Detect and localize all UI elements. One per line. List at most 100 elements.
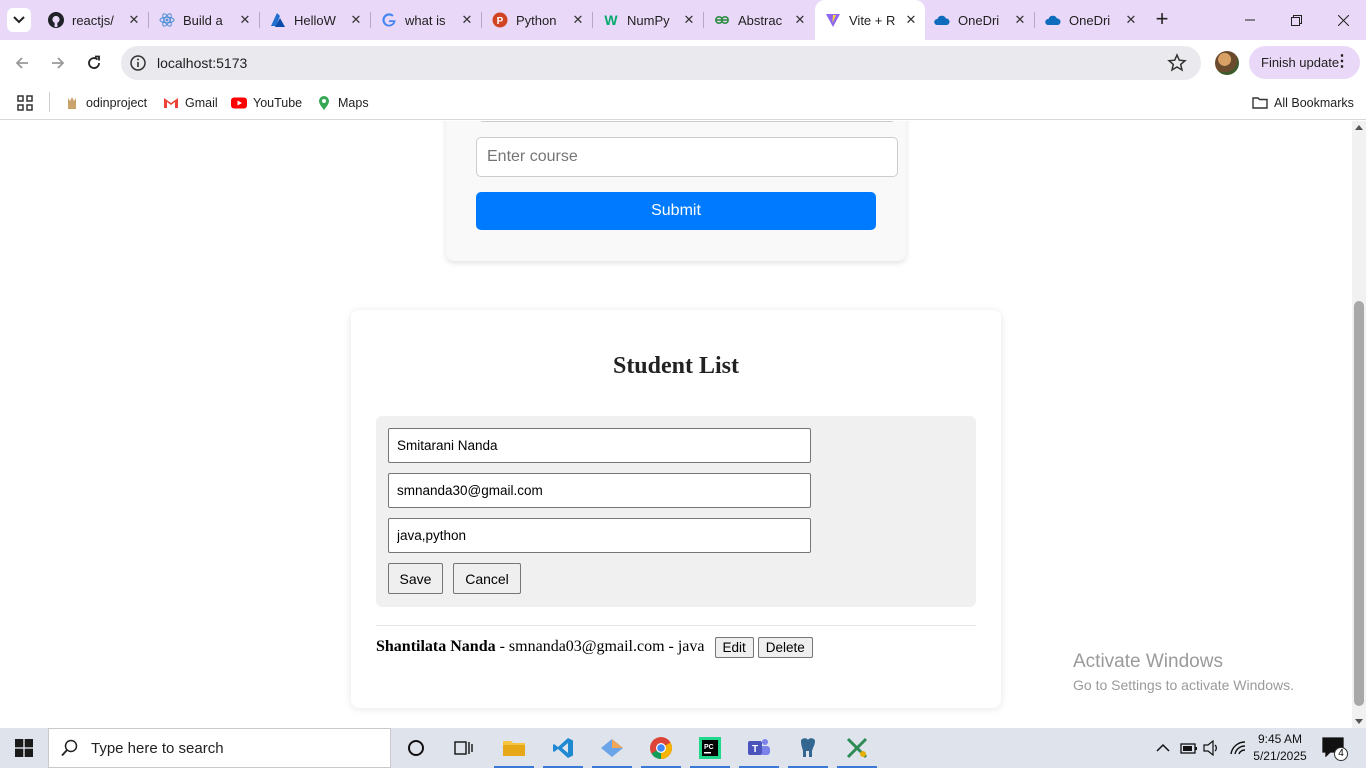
postgresql-icon — [801, 738, 815, 757]
close-tab-icon[interactable]: ✕ — [568, 12, 588, 28]
tab-github[interactable]: reactjs/ ✕ — [38, 7, 148, 33]
close-tab-icon[interactable]: ✕ — [124, 12, 144, 28]
taskbar-chrome[interactable] — [637, 728, 685, 768]
tab-title: Vite + R — [849, 12, 896, 28]
finish-update-button[interactable]: Finish update ⋮ — [1249, 46, 1360, 79]
browser-toolbar: localhost:5173 — [0, 40, 1366, 86]
wifi-icon — [1230, 741, 1246, 755]
minimize-button[interactable] — [1227, 0, 1273, 40]
new-tab-button[interactable]: + — [1150, 8, 1174, 32]
volume-tray-button[interactable] — [1203, 728, 1221, 768]
scrollbar-thumb[interactable] — [1354, 301, 1364, 706]
scroll-down-arrow-icon[interactable] — [1355, 719, 1363, 724]
scroll-up-arrow-icon[interactable] — [1355, 125, 1363, 130]
tab-python[interactable]: P Python ✕ — [482, 7, 592, 33]
tab-hello[interactable]: HelloW ✕ — [260, 7, 370, 33]
start-button[interactable] — [0, 728, 48, 768]
all-bookmarks-button[interactable]: All Bookmarks — [1252, 92, 1354, 114]
bookmark-gmail[interactable]: Gmail — [163, 92, 218, 114]
close-tab-icon[interactable]: ✕ — [679, 12, 699, 28]
separator: - — [495, 638, 509, 655]
tab-abstract[interactable]: Abstrac ✕ — [704, 7, 814, 33]
taskbar-clock[interactable]: 9:45 AM 5/21/2025 — [1248, 731, 1312, 765]
close-tab-icon[interactable]: ✕ — [346, 12, 366, 28]
bookmark-odinproject[interactable]: odinproject — [64, 92, 147, 114]
taskbar-postgresql[interactable] — [784, 728, 832, 768]
pycharm-icon: PC — [699, 737, 721, 759]
edit-student-panel: Save Cancel — [376, 416, 976, 607]
battery-tray-button[interactable] — [1180, 728, 1198, 768]
tab-vite-active[interactable]: Vite + R ✕ — [815, 0, 925, 40]
finish-update-label: Finish update — [1261, 55, 1340, 70]
teams-icon: T — [748, 739, 770, 755]
onedrive-icon — [1045, 12, 1061, 28]
list-divider — [376, 625, 976, 626]
back-button[interactable] — [10, 51, 34, 75]
azure-icon — [270, 12, 286, 28]
save-button[interactable]: Save — [388, 563, 443, 594]
close-tab-icon[interactable]: ✕ — [901, 12, 921, 28]
github-icon — [48, 12, 64, 28]
delete-button[interactable]: Delete — [757, 636, 813, 658]
reload-button[interactable] — [82, 51, 106, 75]
bookmark-label: YouTube — [253, 96, 303, 110]
tab-build[interactable]: Build a ✕ — [149, 7, 259, 33]
tab-onedrive-1[interactable]: OneDri ✕ — [924, 7, 1034, 33]
edit-name-field[interactable] — [388, 428, 811, 463]
network-tray-button[interactable] — [1229, 728, 1247, 768]
page-scrollbar[interactable] — [1352, 121, 1366, 728]
student-list-card: Student List Save Cancel Shantilata Nand… — [351, 310, 1001, 708]
close-icon — [1337, 14, 1349, 26]
url-text[interactable]: localhost:5173 — [157, 55, 247, 71]
taskbar-pycharm[interactable]: PC — [686, 728, 734, 768]
taskbar-vscode[interactable] — [539, 728, 587, 768]
taskbar-app-diamond[interactable] — [588, 728, 636, 768]
profile-avatar[interactable] — [1215, 51, 1239, 75]
cortana-button[interactable] — [392, 728, 440, 768]
partially-visible-input[interactable] — [479, 121, 895, 122]
bookmark-star-icon[interactable] — [1167, 53, 1187, 73]
vite-icon — [825, 12, 841, 28]
close-window-button[interactable] — [1320, 0, 1366, 40]
taskbar-app-x[interactable] — [833, 728, 881, 768]
apps-grid-icon — [17, 95, 33, 111]
tab-title: Abstrac — [738, 12, 783, 28]
site-info-icon[interactable] — [129, 54, 147, 72]
apps-button[interactable] — [17, 92, 39, 114]
close-tab-icon[interactable]: ✕ — [1121, 12, 1141, 28]
restore-button[interactable] — [1273, 0, 1319, 40]
edit-course-field[interactable] — [388, 518, 811, 553]
tab-onedrive-2[interactable]: OneDri ✕ — [1035, 7, 1145, 33]
close-tab-icon[interactable]: ✕ — [457, 12, 477, 28]
bookmark-maps[interactable]: Maps — [316, 92, 369, 114]
bookmark-youtube[interactable]: YouTube — [231, 92, 302, 114]
tab-search-button[interactable] — [7, 8, 31, 32]
taskbar-teams[interactable]: T — [735, 728, 783, 768]
submit-button[interactable]: Submit — [476, 192, 876, 230]
cancel-button[interactable]: Cancel — [453, 563, 521, 594]
close-tab-icon[interactable]: ✕ — [235, 12, 255, 28]
tab-what-is[interactable]: what is ✕ — [371, 7, 481, 33]
show-hidden-icons-button[interactable] — [1156, 728, 1170, 768]
address-bar[interactable]: localhost:5173 — [121, 46, 1201, 80]
windows-logo-icon — [15, 739, 33, 757]
forward-button[interactable] — [46, 51, 70, 75]
plus-icon: + — [1155, 6, 1169, 31]
course-input[interactable] — [476, 137, 898, 177]
taskbar-file-explorer[interactable] — [490, 728, 538, 768]
taskbar-search-box[interactable]: Type here to search — [48, 728, 391, 768]
clock-time: 9:45 AM — [1257, 732, 1303, 746]
edit-button[interactable]: Edit — [714, 636, 754, 658]
reload-icon — [88, 55, 100, 69]
close-tab-icon[interactable]: ✕ — [790, 12, 810, 28]
edit-email-field[interactable] — [388, 473, 811, 508]
task-view-button[interactable] — [440, 728, 488, 768]
chevron-up-icon — [1156, 743, 1170, 752]
gmail-icon — [163, 95, 179, 111]
notification-center-button[interactable]: 4 — [1322, 737, 1348, 761]
tab-numpy[interactable]: W NumPy ✕ — [593, 7, 703, 33]
tab-title: what is — [405, 12, 446, 28]
close-tab-icon[interactable]: ✕ — [1010, 12, 1030, 28]
back-arrow-icon — [15, 57, 28, 69]
bookmark-label: odinproject — [86, 96, 148, 110]
